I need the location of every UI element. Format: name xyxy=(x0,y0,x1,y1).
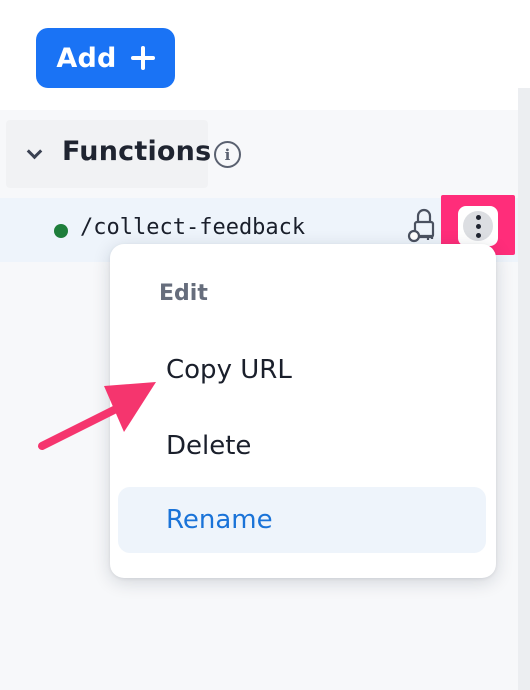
menu-item-label: Delete xyxy=(166,431,252,461)
menu-item-label: Rename xyxy=(166,505,273,535)
lock-key-icon xyxy=(407,208,435,243)
more-options-button[interactable] xyxy=(458,206,498,246)
menu-item-delete[interactable]: Delete xyxy=(118,413,486,479)
menu-item-copy-url[interactable]: Copy URL xyxy=(118,337,486,403)
context-menu: Edit Copy URL Delete Rename xyxy=(110,244,496,578)
add-button-label: Add xyxy=(56,42,117,74)
info-icon[interactable]: i xyxy=(214,141,241,168)
menu-item-edit: Edit xyxy=(118,262,486,324)
function-path[interactable]: /collect-feedback xyxy=(80,215,305,240)
add-button[interactable]: Add xyxy=(36,28,175,88)
menu-item-label: Edit xyxy=(159,280,208,306)
menu-item-rename[interactable]: Rename xyxy=(118,487,486,553)
scrollbar[interactable] xyxy=(518,88,530,690)
status-dot xyxy=(54,224,68,238)
menu-item-label: Copy URL xyxy=(166,355,292,385)
kebab-menu-icon xyxy=(463,211,493,241)
plus-icon xyxy=(130,46,155,70)
section-title: Functions xyxy=(62,136,212,167)
